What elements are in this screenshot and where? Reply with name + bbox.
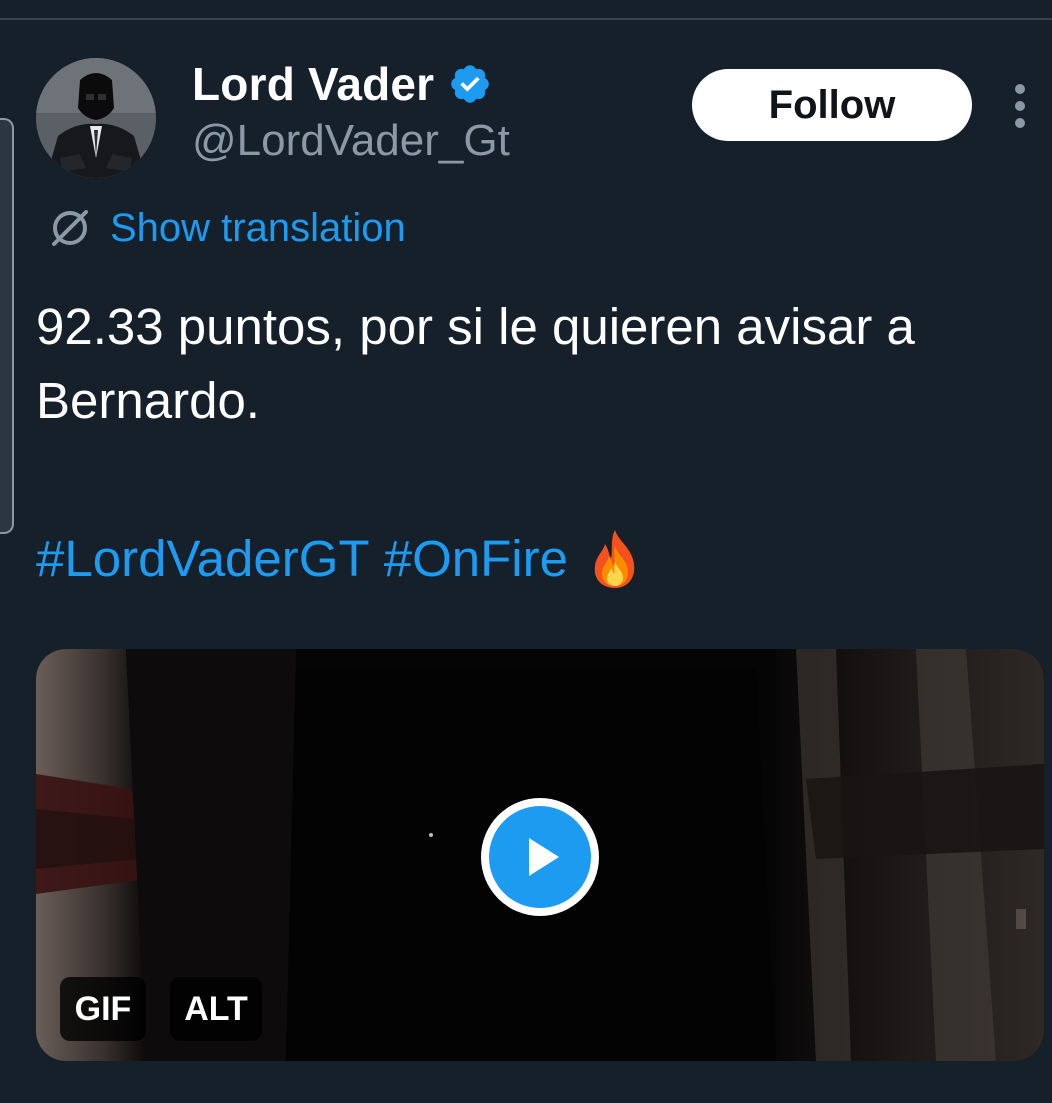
scrollbar[interactable]	[0, 118, 14, 534]
tweet-page: Lord Vader @LordVader_Gt Follow Show tra…	[0, 0, 1052, 1103]
top-divider	[0, 18, 1052, 20]
fire-emoji-icon	[594, 530, 635, 588]
gif-badge: GIF	[60, 977, 146, 1041]
play-icon	[529, 838, 559, 876]
avatar[interactable]	[36, 58, 156, 178]
media-gif[interactable]: GIF ALT	[36, 649, 1044, 1061]
more-dot	[1015, 118, 1025, 128]
alt-text-button[interactable]: ALT	[170, 977, 262, 1041]
more-dot	[1015, 84, 1025, 94]
verified-badge-icon	[451, 65, 490, 103]
author-name-row: Lord Vader	[192, 54, 492, 114]
hashtag-link[interactable]: #LordVaderGT	[36, 522, 370, 596]
play-icon-circle	[489, 806, 591, 908]
author-handle[interactable]: @LordVader_Gt	[192, 116, 510, 166]
darth-vader-avatar-icon	[36, 58, 156, 178]
show-translation-row[interactable]: Show translation	[46, 200, 406, 256]
tweet-text: 92.33 puntos, por si le quieren avisar a…	[36, 298, 915, 429]
more-dot	[1015, 101, 1025, 111]
more-vertical-icon[interactable]	[1006, 84, 1034, 128]
display-name[interactable]: Lord Vader	[192, 57, 434, 111]
hashtag-row: #LordVaderGT #OnFire	[36, 522, 644, 596]
globe-icon	[52, 210, 88, 246]
play-button[interactable]	[481, 798, 599, 916]
follow-button[interactable]: Follow	[692, 69, 972, 141]
hashtag-link[interactable]: #OnFire	[384, 522, 568, 596]
show-translation-link[interactable]: Show translation	[110, 206, 406, 251]
hashtag-spacer	[370, 522, 384, 596]
